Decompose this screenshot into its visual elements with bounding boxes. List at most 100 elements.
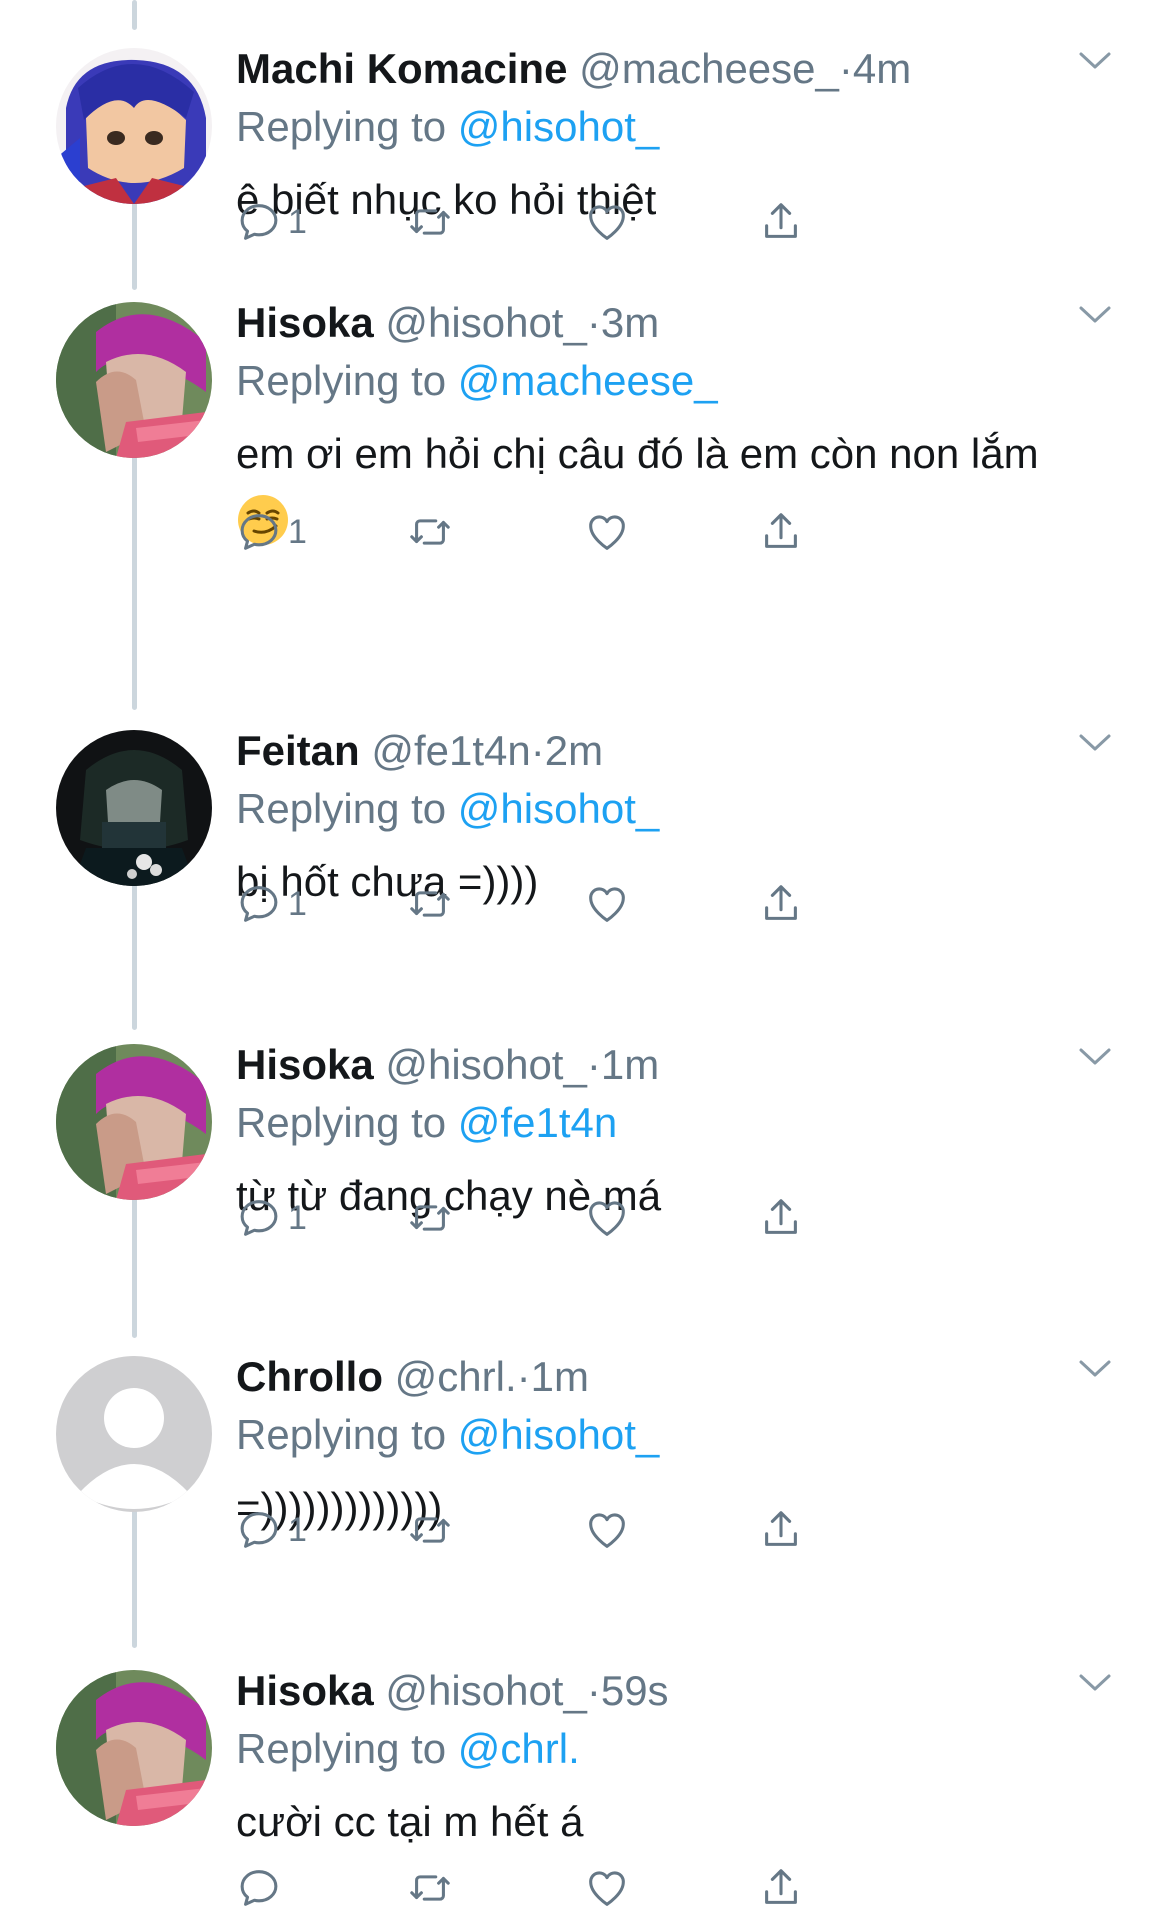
timestamp[interactable]: 1m xyxy=(601,1041,659,1088)
share-icon xyxy=(765,1199,797,1234)
thread-line xyxy=(132,430,137,710)
mention-link[interactable]: @fe1t4n xyxy=(458,1099,617,1146)
share-button[interactable] xyxy=(758,874,804,934)
avatar[interactable] xyxy=(56,302,212,458)
retweet-button[interactable] xyxy=(406,192,454,252)
retweet-button[interactable] xyxy=(406,1500,454,1560)
user-handle[interactable]: @fe1t4n xyxy=(371,727,530,774)
reply-button[interactable]: 1 xyxy=(236,1500,307,1560)
reply-count: 1 xyxy=(288,1198,307,1237)
like-button[interactable] xyxy=(584,874,630,934)
user-handle[interactable]: @hisohot_ xyxy=(385,299,586,346)
tweet-header: Hisoka @hisohot_·1m xyxy=(236,1036,1125,1094)
reply-button[interactable]: 1 xyxy=(236,874,307,934)
heart-icon xyxy=(589,515,625,550)
mention-link[interactable]: @hisohot_ xyxy=(458,103,659,150)
tweet-text-content: em ơi em hỏi chị câu đó là em còn non lắ… xyxy=(236,430,1039,477)
reply-button[interactable] xyxy=(236,1858,288,1918)
chevron-down-icon[interactable] xyxy=(1075,1036,1115,1076)
user-handle[interactable]: @macheese_ xyxy=(579,45,839,92)
thread-line xyxy=(132,1188,137,1338)
chevron-down-icon[interactable] xyxy=(1075,1662,1115,1702)
timestamp[interactable]: 2m xyxy=(545,727,603,774)
heart-icon xyxy=(589,887,625,922)
like-button[interactable] xyxy=(584,1500,630,1560)
tweet-actions: 1 xyxy=(236,1500,956,1560)
display-name[interactable]: Feitan xyxy=(236,727,360,774)
reply-button[interactable]: 1 xyxy=(236,1188,307,1248)
separator-dot: · xyxy=(530,727,545,774)
replying-to: Replying to @hisohot_ xyxy=(236,98,1125,156)
timestamp[interactable]: 1m xyxy=(531,1353,589,1400)
retweet-button[interactable] xyxy=(406,1858,454,1918)
share-button[interactable] xyxy=(758,1188,804,1248)
heart-icon xyxy=(589,1201,625,1236)
replying-to: Replying to @fe1t4n xyxy=(236,1094,1125,1152)
tweet-header: Feitan @fe1t4n·2m xyxy=(236,722,1125,780)
mention-link[interactable]: @macheese_ xyxy=(458,357,718,404)
share-button[interactable] xyxy=(758,502,804,562)
reply-button[interactable]: 1 xyxy=(236,502,307,562)
tweet-text: cười cc tại m hết á xyxy=(236,1798,584,1845)
mention-link[interactable]: @hisohot_ xyxy=(458,785,659,832)
heart-icon xyxy=(589,1871,625,1906)
reply-count: 1 xyxy=(288,512,307,551)
timestamp[interactable]: 4m xyxy=(853,45,911,92)
replying-label: Replying to xyxy=(236,1099,447,1146)
chevron-down-icon[interactable] xyxy=(1075,294,1115,334)
timestamp[interactable]: 3m xyxy=(601,299,659,346)
retweet-button[interactable] xyxy=(406,874,454,934)
avatar[interactable] xyxy=(56,1044,212,1200)
share-button[interactable] xyxy=(758,192,804,252)
replying-to: Replying to @macheese_ xyxy=(236,352,1125,410)
reply-icon xyxy=(240,886,278,922)
user-handle[interactable]: @hisohot_ xyxy=(385,1667,586,1714)
replying-to: Replying to @hisohot_ xyxy=(236,1406,1125,1464)
timestamp[interactable]: 59s xyxy=(601,1667,669,1714)
share-button[interactable] xyxy=(758,1858,804,1918)
avatar[interactable] xyxy=(56,48,212,204)
tweet-actions xyxy=(236,1858,956,1918)
share-icon xyxy=(765,1869,797,1904)
share-icon xyxy=(765,885,797,920)
chevron-down-icon[interactable] xyxy=(1075,1348,1115,1388)
display-name[interactable]: Hisoka xyxy=(236,1667,374,1714)
heart-icon xyxy=(589,205,625,240)
retweet-icon xyxy=(410,891,450,917)
replying-label: Replying to xyxy=(236,1725,447,1772)
avatar[interactable] xyxy=(56,730,212,886)
replying-to: Replying to @hisohot_ xyxy=(236,780,1125,838)
retweet-button[interactable] xyxy=(406,502,454,562)
reply-count: 1 xyxy=(288,1510,307,1549)
replying-label: Replying to xyxy=(236,103,447,150)
avatar[interactable] xyxy=(56,1670,212,1826)
share-button[interactable] xyxy=(758,1500,804,1560)
reply-button[interactable]: 1 xyxy=(236,192,307,252)
tweet-header: Hisoka @hisohot_·59s xyxy=(236,1662,1125,1720)
tweet-actions: 1 xyxy=(236,502,956,562)
reply-icon xyxy=(240,1512,278,1548)
chevron-down-icon[interactable] xyxy=(1075,722,1115,762)
user-handle[interactable]: @hisohot_ xyxy=(385,1041,586,1088)
display-name[interactable]: Machi Komacine xyxy=(236,45,567,92)
mention-link[interactable]: @chrl. xyxy=(458,1725,580,1772)
user-handle[interactable]: @chrl. xyxy=(395,1353,517,1400)
display-name[interactable]: Chrollo xyxy=(236,1353,383,1400)
retweet-button[interactable] xyxy=(406,1188,454,1248)
like-button[interactable] xyxy=(584,192,630,252)
replying-to: Replying to @chrl. xyxy=(236,1720,1125,1778)
reply-count: 1 xyxy=(288,202,307,241)
reply-count: 1 xyxy=(288,884,307,923)
display-name[interactable]: Hisoka xyxy=(236,299,374,346)
separator-dot: · xyxy=(838,45,853,92)
chevron-down-icon[interactable] xyxy=(1075,40,1115,80)
replying-label: Replying to xyxy=(236,357,447,404)
display-name[interactable]: Hisoka xyxy=(236,1041,374,1088)
reply-icon xyxy=(240,514,278,550)
mention-link[interactable]: @hisohot_ xyxy=(458,1411,659,1458)
replying-label: Replying to xyxy=(236,785,447,832)
avatar[interactable] xyxy=(56,1356,212,1512)
like-button[interactable] xyxy=(584,1858,630,1918)
like-button[interactable] xyxy=(584,502,630,562)
like-button[interactable] xyxy=(584,1188,630,1248)
